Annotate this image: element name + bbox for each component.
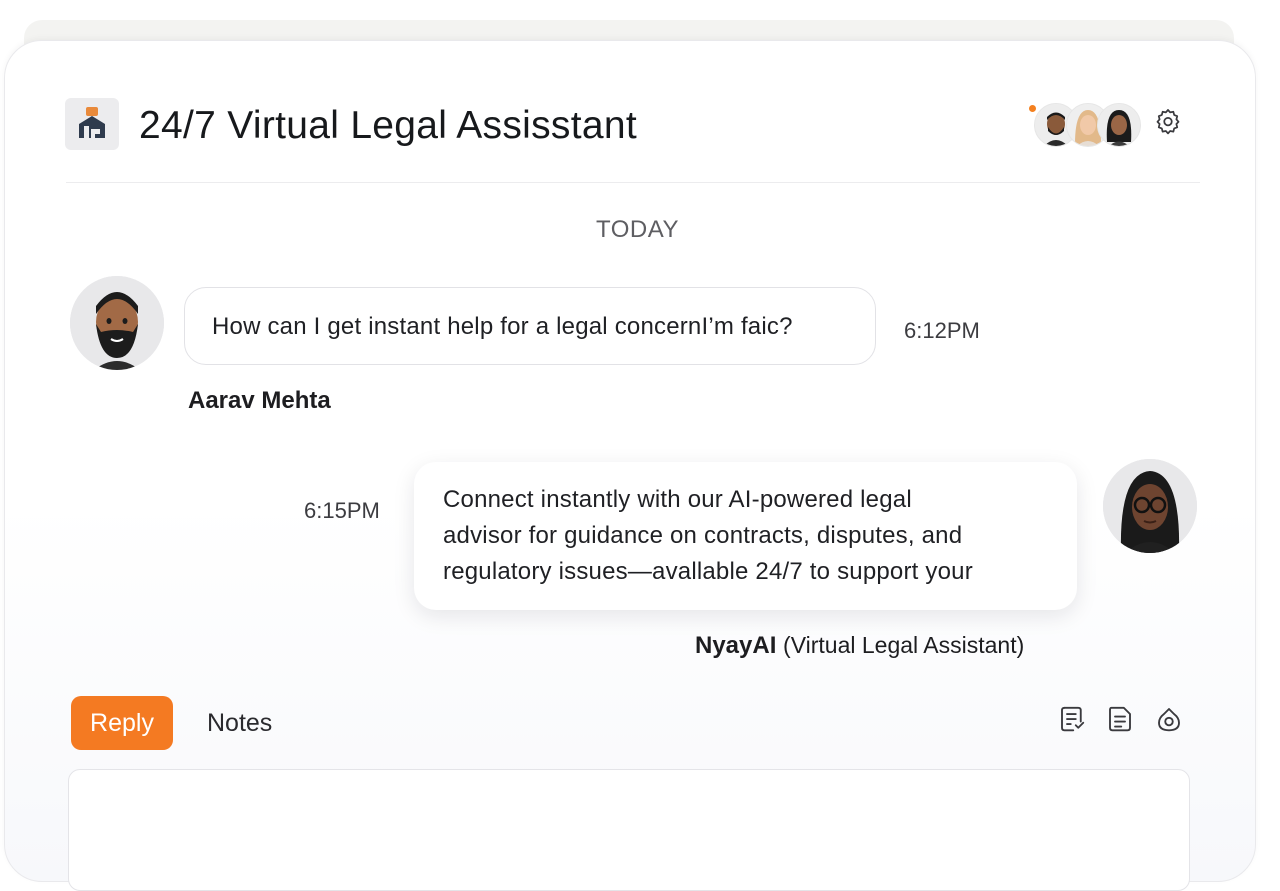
message-bubble-assistant: Connect instantly with our AI-powered le… bbox=[414, 462, 1077, 610]
sender-name-primary: NyayAI bbox=[695, 632, 777, 659]
tab-reply[interactable]: Reply bbox=[71, 696, 173, 750]
message-timestamp: 6:12PM bbox=[904, 318, 980, 343]
assistant-avatar bbox=[1103, 459, 1197, 553]
message-line: advisor for guidance on contracts, dispu… bbox=[443, 522, 963, 549]
document-icon[interactable] bbox=[1105, 704, 1135, 734]
message-line: Connect instantly with our AI-powered le… bbox=[443, 486, 912, 513]
gear-icon[interactable] bbox=[1154, 107, 1182, 135]
attachment-icon[interactable] bbox=[1154, 704, 1184, 734]
online-status-dot bbox=[1029, 105, 1036, 112]
message-line: regulatory issues—avallable 24/7 to supp… bbox=[443, 558, 973, 585]
header-divider bbox=[66, 182, 1200, 183]
user-avatar bbox=[70, 276, 164, 370]
message-bubble-user: How can I get instant help for a legal c… bbox=[184, 287, 876, 365]
template-icon[interactable] bbox=[1057, 704, 1087, 734]
sender-name: Aarav Mehta bbox=[188, 387, 331, 414]
tab-notes[interactable]: Notes bbox=[207, 696, 272, 750]
reply-input[interactable] bbox=[68, 769, 1190, 891]
chat-panel bbox=[4, 40, 1256, 882]
message-timestamp: 6:15PM bbox=[304, 498, 380, 523]
participant-avatar-woman-dark[interactable] bbox=[1097, 103, 1141, 147]
page-title: 24/7 Virtual Legal Assisstant bbox=[139, 104, 637, 147]
sender-name: NyayAI (Virtual Legal Assistant) bbox=[695, 632, 1024, 660]
date-separator: TODAY bbox=[596, 216, 679, 243]
sender-role: (Virtual Legal Assistant) bbox=[783, 632, 1025, 658]
law-firm-logo-icon bbox=[65, 98, 119, 150]
